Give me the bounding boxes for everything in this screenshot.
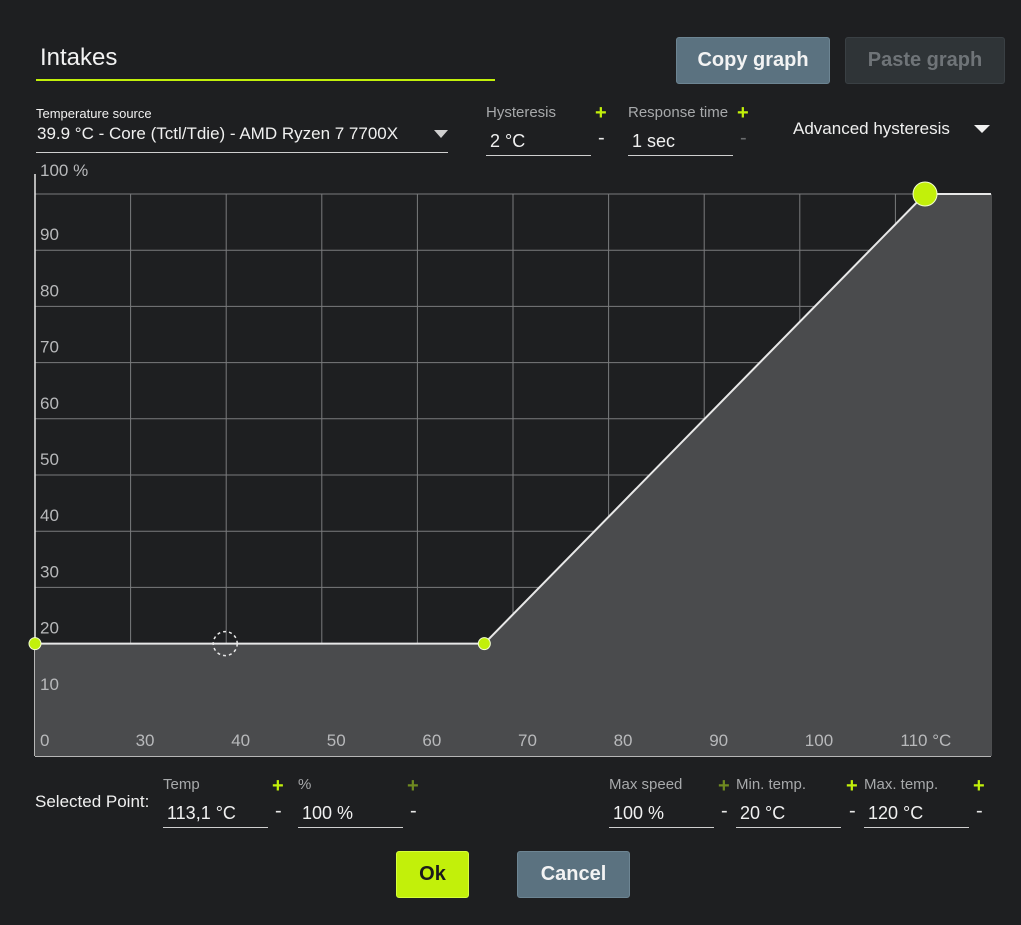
y-tick-label: 20 [40, 619, 59, 638]
ok-button[interactable]: Ok [396, 851, 469, 898]
y-tick-label: 100 % [40, 161, 88, 180]
curve-name-underline [36, 79, 495, 81]
hysteresis-increase-button[interactable]: + [595, 103, 607, 123]
temp-underline [163, 827, 268, 828]
expand-arrow-icon[interactable] [974, 125, 990, 133]
x-tick-label: 30 [136, 731, 155, 750]
y-tick-label: 70 [40, 338, 59, 357]
max-speed-underline [609, 827, 714, 828]
curve-point [477, 637, 491, 651]
min-temp-increase-button[interactable]: + [846, 776, 858, 796]
y-tick-label: 50 [40, 450, 59, 469]
hysteresis-input[interactable]: 2 °C [490, 131, 525, 152]
y-tick-label: 90 [40, 225, 59, 244]
y-tick-label: 80 [40, 281, 59, 300]
curve-point-selected [912, 181, 938, 207]
max-temp-underline [864, 827, 969, 828]
y-tick-label: 60 [40, 394, 59, 413]
paste-graph-button[interactable]: Paste graph [845, 37, 1005, 84]
cancel-button[interactable]: Cancel [517, 851, 630, 898]
temp-label: Temp [163, 776, 200, 793]
min-temp-input[interactable]: 20 °C [740, 803, 785, 824]
min-temp-decrease-button[interactable]: - [849, 801, 856, 821]
max-temp-input[interactable]: 120 °C [868, 803, 923, 824]
percent-label: % [298, 776, 312, 793]
hysteresis-underline [486, 155, 591, 156]
temp-increase-button[interactable]: + [272, 776, 284, 796]
x-tick-label: 80 [614, 731, 633, 750]
max-temp-decrease-button[interactable]: - [976, 801, 983, 821]
copy-graph-button[interactable]: Copy graph [676, 37, 830, 84]
response-time-increase-button[interactable]: + [737, 103, 749, 123]
max-speed-label: Max speed [609, 776, 683, 793]
response-time-label: Response time [628, 104, 729, 121]
temp-input[interactable]: 113,1 °C [167, 803, 236, 824]
x-tick-label: 0 [40, 731, 49, 750]
response-time-input[interactable]: 1 sec [632, 131, 675, 152]
temperature-source-select[interactable]: 39.9 °C - Core (Tctl/Tdie) - AMD Ryzen 7… [37, 124, 398, 144]
percent-underline [298, 827, 403, 828]
x-tick-label: 70 [518, 731, 537, 750]
percent-input[interactable]: 100 % [302, 803, 353, 824]
y-tick-label: 10 [40, 675, 59, 694]
chevron-down-icon[interactable] [434, 130, 448, 138]
x-tick-label: 60 [422, 731, 441, 750]
max-speed-decrease-button[interactable]: - [721, 801, 728, 821]
response-time-underline [628, 155, 733, 156]
max-speed-input[interactable]: 100 % [613, 803, 664, 824]
min-temp-label: Min. temp. [736, 776, 807, 793]
fan-curve-chart[interactable]: 0 30 40 50 60 70 80 90 100 110 °C 10 20 30 40 50 60 70 80… [0, 160, 1021, 770]
y-tick-label: 30 [40, 562, 59, 581]
hysteresis-decrease-button[interactable]: - [598, 128, 605, 148]
max-temp-increase-button[interactable]: + [973, 776, 985, 796]
hysteresis-label: Hysteresis [486, 104, 557, 121]
temperature-source-underline [36, 152, 448, 153]
x-tick-label: 40 [231, 731, 250, 750]
min-temp-underline [736, 827, 841, 828]
selected-point-label: Selected Point: [35, 792, 150, 811]
temp-decrease-button[interactable]: - [275, 801, 282, 821]
max-speed-increase-button[interactable]: + [718, 776, 730, 796]
percent-increase-button[interactable]: + [407, 776, 419, 796]
x-tick-label: 100 [805, 731, 833, 750]
x-tick-label: 50 [327, 731, 346, 750]
temperature-source-label: Temperature source [36, 106, 152, 121]
x-tick-label: 110 °C [900, 731, 951, 750]
percent-decrease-button[interactable]: - [410, 801, 417, 821]
y-tick-label: 40 [40, 506, 59, 525]
curve-name-input[interactable]: Intakes [40, 44, 117, 72]
response-time-decrease-button[interactable]: - [740, 128, 747, 148]
advanced-hysteresis-toggle[interactable]: Advanced hysteresis [793, 119, 950, 139]
x-tick-label: 90 [709, 731, 728, 750]
max-temp-label: Max. temp. [864, 776, 939, 793]
curve-point [28, 637, 42, 651]
